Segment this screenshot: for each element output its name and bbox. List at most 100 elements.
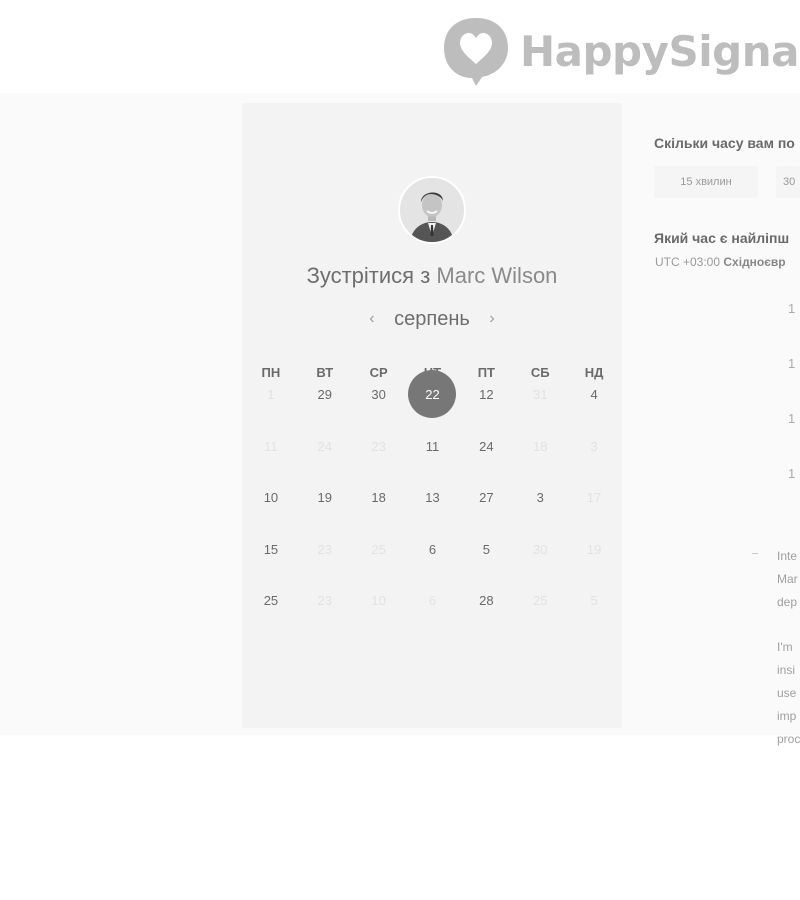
calendar-day[interactable]: 28 xyxy=(459,589,513,641)
bio-line: Inte xyxy=(777,549,798,563)
calendar-day: 25 xyxy=(352,538,406,590)
bio-line: dep xyxy=(777,595,798,609)
calendar-day[interactable]: 5 xyxy=(459,538,513,590)
page-title: Зустрітися з Marc Wilson xyxy=(242,263,622,289)
calendar-day-selected[interactable]: 22 xyxy=(406,370,460,435)
calendar-day-number: 15 xyxy=(263,541,279,557)
host-bio: Inte Mar dep I'm insi use imp proc xyxy=(777,545,800,773)
calendar-day-number: 11 xyxy=(425,438,440,454)
calendar-grid: 1 29 30 22 12 31 4 11 24 23 11 24 18 3 10 19 18 13 27 3 17 15… xyxy=(244,370,621,641)
weekday-label: ПТ xyxy=(477,365,495,380)
calendar-day[interactable]: 6 xyxy=(406,538,460,590)
calendar-day[interactable]: 13 xyxy=(406,486,460,538)
calendar-day-number: 27 xyxy=(479,490,494,505)
month-label: серпень xyxy=(394,308,470,330)
chevron-left-icon[interactable]: ‹ xyxy=(369,310,374,328)
bio-line: proc xyxy=(777,732,800,746)
calendar-day-number: 23 xyxy=(317,593,332,608)
calendar-day-number: 31 xyxy=(532,387,548,402)
calendar-day: 25 xyxy=(513,589,567,641)
calendar-day-number: 10 xyxy=(371,593,386,608)
divider xyxy=(752,553,758,554)
time-slot[interactable]: 1 xyxy=(788,356,795,371)
timezone-label[interactable]: UTC +03:00 Східноєвр xyxy=(655,255,786,269)
calendar-day[interactable]: 27 xyxy=(459,486,513,538)
calendar-day: 18 xyxy=(513,435,567,487)
time-slot[interactable]: 1 xyxy=(788,411,795,426)
calendar-day[interactable]: 25 xyxy=(244,589,298,641)
avatar xyxy=(398,176,466,244)
happysignals-logo: HappySignals xyxy=(442,14,800,88)
duration-option-30[interactable]: 30 xyxy=(776,166,800,198)
calendar-day-number: 1 xyxy=(267,387,275,402)
calendar-day-number: 5 xyxy=(482,541,490,557)
host-name: Marc Wilson xyxy=(436,263,558,288)
calendar-day: 19 xyxy=(567,538,621,590)
calendar-day: 10 xyxy=(352,589,406,641)
calendar-day-number: 18 xyxy=(371,490,386,505)
bio-line: insi xyxy=(777,663,796,677)
time-question: Який час є найліпш xyxy=(654,230,790,246)
weekday-label: ВТ xyxy=(316,365,334,380)
weekday-label: СБ xyxy=(530,365,550,380)
calendar-day[interactable]: 10 xyxy=(244,486,298,538)
calendar-day-number: 24 xyxy=(317,438,332,454)
bio-line: imp xyxy=(777,709,797,723)
calendar-day-number: 25 xyxy=(263,593,279,608)
timezone-name: Східноєвр xyxy=(723,255,786,269)
calendar-day: 23 xyxy=(298,589,352,641)
calendar-day-number: 19 xyxy=(317,490,332,505)
calendar-day: 30 xyxy=(513,538,567,590)
calendar-day-number: 25 xyxy=(371,541,386,557)
calendar-day-number: 17 xyxy=(586,490,602,505)
calendar-day-number: 12 xyxy=(479,387,494,402)
time-slot[interactable]: 1 xyxy=(788,466,795,481)
calendar-day[interactable]: 19 xyxy=(298,486,352,538)
heart-bubble-icon xyxy=(444,18,508,86)
calendar-day[interactable]: 4 xyxy=(567,383,621,435)
calendar-day[interactable]: 15 xyxy=(244,538,298,590)
title-prefix: Зустрітися з xyxy=(306,263,431,288)
calendar-day-number: 3 xyxy=(536,490,544,505)
bio-line: use xyxy=(777,686,797,700)
calendar-day-number: 23 xyxy=(317,541,332,557)
calendar-day: 17 xyxy=(567,486,621,538)
calendar-day-number: 23 xyxy=(371,438,386,454)
month-navigation: ‹ серпень › xyxy=(242,308,622,331)
duration-option-15[interactable]: 15 хвилин xyxy=(654,166,758,198)
duration-question: Скільки часу вам по xyxy=(654,135,795,151)
calendar-day[interactable]: 24 xyxy=(459,435,513,487)
calendar-day-number: 30 xyxy=(371,387,386,402)
calendar-day-number: 25 xyxy=(532,593,548,608)
calendar-day: 1 xyxy=(244,383,298,435)
calendar-day-number: 19 xyxy=(586,541,602,557)
calendar-day-number: 18 xyxy=(532,438,548,454)
calendar-day-number: 22 xyxy=(425,387,440,402)
calendar-day: 5 xyxy=(567,589,621,641)
calendar-day: 6 xyxy=(406,589,460,641)
calendar-day[interactable]: 30 xyxy=(352,383,406,435)
calendar-day-number: 13 xyxy=(425,490,440,505)
calendar-day-number: 29 xyxy=(317,387,332,402)
time-slot[interactable]: 1 xyxy=(788,301,795,316)
calendar-day-number: 6 xyxy=(428,593,437,608)
weekday-label: СР xyxy=(369,365,388,380)
calendar-day-number: 6 xyxy=(428,541,437,557)
calendar-day-number: 10 xyxy=(263,490,279,505)
timezone-offset: UTC +03:00 xyxy=(655,255,721,269)
calendar-day[interactable]: 12 xyxy=(459,383,513,435)
calendar-day[interactable]: 11 xyxy=(406,435,460,487)
weekday-label: ПН xyxy=(261,365,281,380)
chevron-right-icon[interactable]: › xyxy=(489,310,494,328)
brand-name: HappySignals xyxy=(520,26,800,76)
calendar-day-number: 30 xyxy=(532,541,548,557)
weekday-label: НД xyxy=(584,365,604,380)
calendar-day-number: 28 xyxy=(479,593,494,608)
calendar-day-number: 5 xyxy=(590,593,598,608)
calendar-day: 24 xyxy=(298,435,352,487)
calendar-day[interactable]: 18 xyxy=(352,486,406,538)
calendar-day[interactable]: 3 xyxy=(513,486,567,538)
calendar-day[interactable]: 29 xyxy=(298,383,352,435)
calendar-day-number: 3 xyxy=(590,438,598,454)
bio-line: Mar xyxy=(777,572,798,586)
